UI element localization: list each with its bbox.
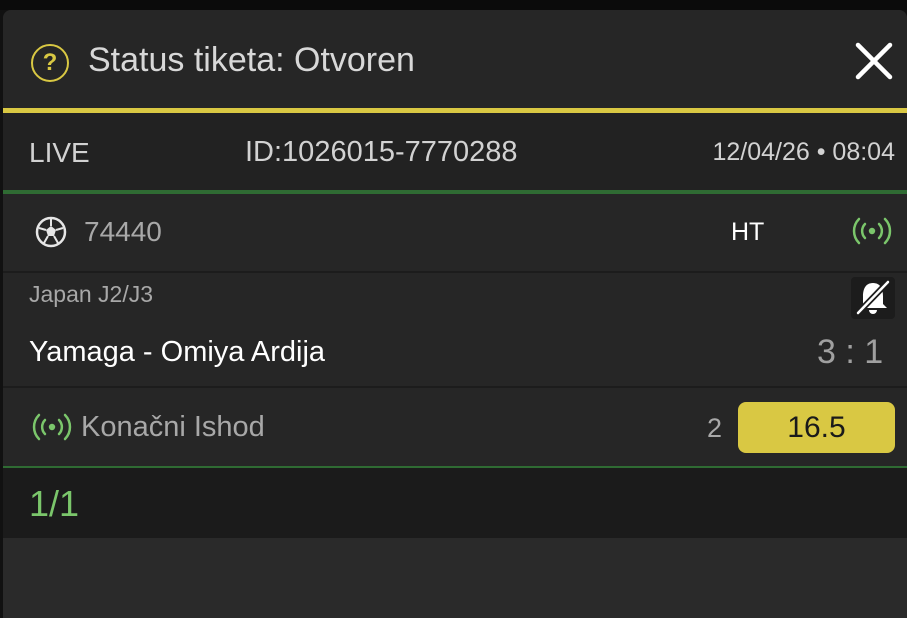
odds-button[interactable]: 16.5 [738,402,895,453]
ticket-id: ID:1026015-7770288 [245,136,518,168]
bet-row: Konačni Ishod 2 16.5 [3,388,907,466]
match-details: Japan J2/J3 Yamaga - Omiya Ardija 3 : 1 [3,273,907,388]
match-period: HT [731,218,765,246]
ticket-type: LIVE [29,137,90,168]
backdrop [0,0,907,10]
modal-footer [3,538,907,618]
match-score: 3 : 1 [817,333,884,371]
selection-count: 1/1 [29,483,80,524]
ticket-datetime: 12/04/26 • 08:04 [712,138,895,166]
league-name: Japan J2/J3 [29,281,154,307]
modal-title: Status tiketa: Otvoren [88,41,415,79]
match-teams: Yamaga - Omiya Ardija [29,336,326,368]
close-icon[interactable] [853,40,895,82]
summary-row: 1/1 [3,468,907,538]
event-row: 74440 HT [3,194,907,273]
live-signal-icon [852,217,892,245]
bet-pick: 2 [707,413,723,443]
bet-market: Konačni Ishod [81,411,265,443]
bell-off-icon[interactable] [851,277,895,319]
help-icon[interactable]: ? [31,44,69,82]
live-signal-icon [32,413,72,441]
ticket-status-modal: ? Status tiketa: Otvoren LIVE ID:1026015… [3,10,907,618]
match-code: 74440 [84,216,162,247]
modal-header: ? Status tiketa: Otvoren [3,10,907,108]
ticket-info-row: LIVE ID:1026015-7770288 12/04/26 • 08:04 [3,113,907,190]
soccer-ball-icon [35,216,67,248]
